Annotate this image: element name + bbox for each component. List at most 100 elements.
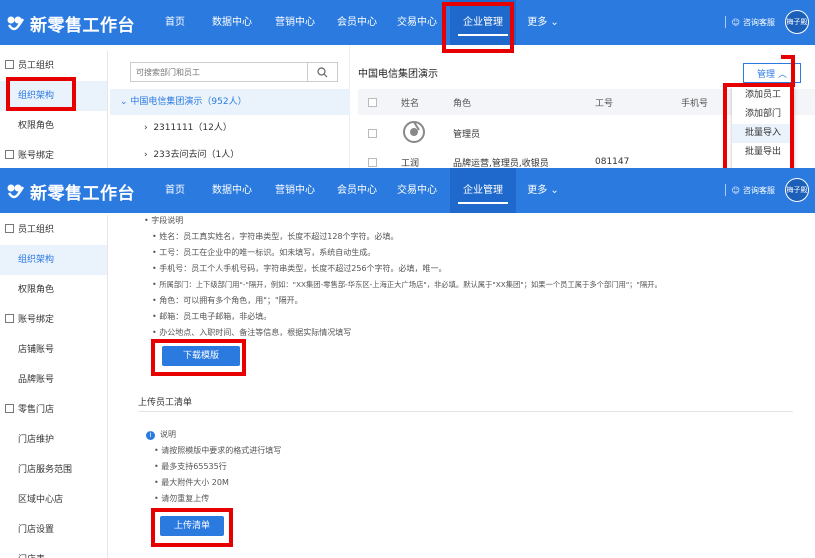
sidebar-group-staff[interactable]: 员工组织: [0, 51, 107, 81]
avatar[interactable]: 梅子殿: [785, 10, 809, 34]
staff-icon: [5, 60, 14, 69]
nav-item-home[interactable]: 首页: [156, 0, 194, 45]
avatar[interactable]: 梅子殿: [785, 178, 809, 202]
nav-item-data-center[interactable]: 数据中心: [202, 0, 262, 45]
nav-more-label: 更多: [527, 17, 548, 28]
sidebar-top: 员工组织 组织架构 权限角色 账号绑定: [0, 51, 108, 170]
avatar: [401, 119, 453, 148]
nav-item-more[interactable]: 更多 ⌄: [520, 0, 566, 45]
support-link[interactable]: 咨询客服: [743, 17, 775, 28]
note-text: 最多支持65535行: [161, 462, 227, 471]
sidebar-label: 账号绑定: [18, 315, 55, 325]
nav-right: ☺ 咨询客服 梅子殿: [724, 178, 809, 202]
sidebar-item-regional-center[interactable]: 区域中心店: [0, 485, 107, 515]
support-link[interactable]: 咨询客服: [743, 185, 775, 196]
menu-item-batch-export[interactable]: 批量导出: [732, 143, 794, 162]
sidebar-item-roles[interactable]: 权限角色: [0, 275, 107, 305]
nav-item-member[interactable]: 会员中心: [330, 168, 384, 213]
chevron-right-icon: ›: [144, 150, 154, 160]
tree-node-root[interactable]: ⌄ 中国电信集团演示（952人）: [110, 89, 350, 115]
field-text: 姓名：员工真实姓名，字符串类型，长度不超过128个字符。必填。: [159, 232, 399, 241]
nav-item-enterprise[interactable]: 企业管理: [450, 168, 516, 213]
col-role: 角色: [453, 98, 472, 109]
import-content: • 字段说明 • 姓名：员工真实姓名，字符串类型，长度不超过128个字符。必填。…: [110, 213, 815, 558]
sidebar-item-store-maintenance[interactable]: 门店维护: [0, 425, 107, 455]
nav-item-data-center[interactable]: 数据中心: [202, 168, 262, 213]
upload-section-title: 上传员工清单: [138, 398, 193, 408]
menu-item-add-department[interactable]: 添加部门: [732, 105, 794, 124]
sidebar-item-org-structure[interactable]: 组织架构: [0, 81, 107, 111]
nav-menu: 首页 数据中心 营销中心 会员中心 交易中心 企业管理 更多 ⌄: [156, 0, 566, 45]
upload-list-button[interactable]: 上传清单: [160, 516, 224, 536]
nav-item-trade[interactable]: 交易中心: [390, 168, 444, 213]
top-nav: 新零售工作台 首页 数据中心 营销中心 会员中心 交易中心 企业管理 更多 ⌄ …: [0, 168, 815, 213]
sidebar-group-accounts[interactable]: 账号绑定: [0, 305, 107, 335]
org-title: 中国电信集团演示: [358, 69, 438, 80]
nav-item-enterprise[interactable]: 企业管理: [450, 0, 516, 45]
chevron-right-icon: ›: [144, 123, 154, 133]
brand-logo-icon: [7, 184, 25, 198]
sidebar-group-accounts[interactable]: 账号绑定: [0, 141, 107, 170]
sidebar-item-brand-accounts[interactable]: 品牌账号: [0, 365, 107, 395]
chevron-up-icon: ︿: [777, 69, 787, 80]
download-template-button[interactable]: 下载模版: [162, 346, 240, 366]
app-title: 新零售工作台: [30, 184, 135, 204]
notes-heading: i 说明: [146, 427, 281, 443]
note-line: • 最大附件大小 20M: [154, 478, 229, 487]
field-line: • 工号：员工在企业中的唯一标识。如未填写，系统自动生成。: [152, 248, 376, 257]
nav-item-trade[interactable]: 交易中心: [390, 0, 444, 45]
note-text: 请按照模版中要求的格式进行填写: [161, 446, 282, 455]
row-checkbox[interactable]: [368, 128, 377, 138]
brand-logo-icon: [7, 16, 25, 30]
sidebar-label: 员工组织: [18, 225, 55, 235]
app-title: 新零售工作台: [30, 16, 135, 36]
select-all-checkbox[interactable]: [368, 97, 377, 107]
nav-item-marketing[interactable]: 营销中心: [268, 0, 322, 45]
menu-item-add-staff[interactable]: 添加员工: [732, 86, 794, 105]
cell-role: 品牌运营,管理员,收银员: [453, 158, 549, 169]
sidebar-item-service-range[interactable]: 门店服务范围: [0, 455, 107, 485]
panel-batch-import: 新零售工作台 首页 数据中心 营销中心 会员中心 交易中心 企业管理 更多 ⌄ …: [0, 168, 815, 558]
logo[interactable]: 新零售工作台: [6, 11, 135, 36]
manage-button[interactable]: 管理 ︿: [743, 63, 801, 83]
chevron-down-icon: ⌄: [550, 17, 559, 28]
sidebar-item-roles[interactable]: 权限角色: [0, 111, 107, 141]
field-line: • 办公地点、入职时间、备注等信息，根据实际情况填写: [152, 328, 352, 337]
sidebar-item-store-table[interactable]: 门店表: [0, 545, 107, 558]
field-text: 邮箱：员工电子邮箱，非必填。: [159, 312, 272, 321]
user-avatar-icon: [403, 120, 425, 143]
field-line: • 角色：可以拥有多个角色，用"；"隔开。: [152, 296, 303, 305]
sidebar-item-store-accounts[interactable]: 店铺账号: [0, 335, 107, 365]
nav-separator: [724, 184, 726, 196]
col-name: 姓名: [401, 98, 420, 109]
store-icon: [5, 404, 14, 413]
nav-separator: [724, 16, 726, 28]
menu-item-batch-import[interactable]: 批量导入: [732, 124, 794, 143]
nav-item-more[interactable]: 更多 ⌄: [520, 168, 566, 213]
logo[interactable]: 新零售工作台: [6, 179, 135, 204]
note-line: • 请按照模版中要求的格式进行填写: [154, 446, 282, 455]
nav-item-home[interactable]: 首页: [156, 168, 194, 213]
col-phone: 手机号: [681, 98, 709, 109]
field-text: 办公地点、入职时间、备注等信息，根据实际情况填写: [159, 328, 352, 337]
field-text: 工号：员工在企业中的唯一标识。如未填写，系统自动生成。: [159, 248, 376, 257]
fields-heading-text: 字段说明: [151, 216, 184, 225]
tree-node[interactable]: › 233去问去问（1人）: [110, 142, 350, 168]
row-checkbox[interactable]: [368, 157, 377, 167]
org-content: ⌄ 中国电信集团演示（952人） › 2311111（12人） › 233去问去…: [110, 45, 815, 170]
nav-item-member[interactable]: 会员中心: [330, 0, 384, 45]
org-tree: ⌄ 中国电信集团演示（952人） › 2311111（12人） › 233去问去…: [110, 45, 350, 170]
tree-node[interactable]: › 2311111（12人）: [110, 115, 350, 141]
search-button[interactable]: [307, 63, 337, 81]
cell-id: 081147: [595, 157, 630, 167]
sidebar-group-retail-stores[interactable]: 零售门店: [0, 395, 107, 425]
sidebar-item-org-structure[interactable]: 组织架构: [0, 245, 107, 275]
cell-name: 工润: [401, 158, 420, 169]
search-icon: [317, 66, 328, 77]
sidebar-item-store-settings[interactable]: 门店设置: [0, 515, 107, 545]
sidebar-group-staff[interactable]: 员工组织: [0, 215, 107, 245]
info-icon: i: [146, 430, 155, 440]
note-text: 请勿重复上传: [161, 494, 210, 503]
nav-item-marketing[interactable]: 营销中心: [268, 168, 322, 213]
tree-search-input[interactable]: [131, 63, 307, 81]
